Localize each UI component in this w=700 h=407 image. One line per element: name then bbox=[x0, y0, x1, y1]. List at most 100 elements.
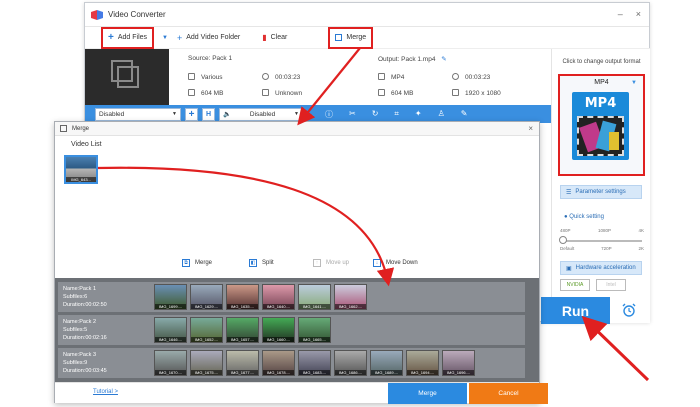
quick-setting-label: ● Quick setting bbox=[564, 214, 604, 220]
add-files-button[interactable]: + Add Files bbox=[100, 26, 155, 49]
chip-icon: ▣ bbox=[566, 265, 572, 272]
change-format-label: Click to change output format bbox=[562, 59, 641, 65]
clip-thumbnail[interactable]: IMG_1665.... bbox=[298, 317, 331, 343]
app-title: Video Converter bbox=[108, 10, 166, 19]
format-icon bbox=[378, 73, 385, 80]
video-list-thumbnail[interactable]: IMG_643... bbox=[64, 155, 98, 184]
clip-thumbnail[interactable]: IMG_1675.... bbox=[190, 350, 223, 376]
hardware-acceleration-button[interactable]: ▣ Hardware acceleration bbox=[560, 261, 642, 275]
add-video-folder-label: Add Video Folder bbox=[186, 34, 241, 41]
merge-toolbar-button[interactable]: Merge bbox=[328, 26, 374, 49]
output-label: Output: Pack 1.mp4 bbox=[378, 56, 436, 63]
clip-thumbnail[interactable]: IMG_1677.... bbox=[226, 350, 259, 376]
cancel-button[interactable]: Cancel bbox=[469, 383, 548, 404]
merge-action-button[interactable]: ⧉ Merge bbox=[182, 259, 212, 267]
pack-row[interactable]: Name:Pack 3 Subfiles:9 Duration:00:03:45… bbox=[58, 348, 525, 378]
scissors-icon[interactable]: ✂ bbox=[349, 109, 356, 120]
chevron-down-icon: ▼ bbox=[631, 80, 637, 86]
clip-thumbnail[interactable]: IMG_1635.... bbox=[226, 284, 259, 310]
folder-plus-icon: + bbox=[176, 32, 183, 43]
move-up-button[interactable]: ↑ Move up bbox=[313, 259, 349, 267]
clip-thumbnail[interactable]: IMG_1646.... bbox=[154, 317, 187, 343]
quality-slider-knob[interactable] bbox=[559, 236, 567, 244]
rotate-icon[interactable]: ↻ bbox=[372, 109, 379, 120]
intel-chip[interactable]: Intel bbox=[596, 279, 626, 291]
clip-thumbnail[interactable]: IMG_1670.... bbox=[154, 350, 187, 376]
output-format: MP4 bbox=[391, 74, 405, 81]
dropdown-caret-icon[interactable]: ▼ bbox=[162, 35, 168, 41]
close-button[interactable]: × bbox=[636, 9, 641, 19]
title-bar: Video Converter – × bbox=[85, 3, 649, 27]
source-label: Source: Pack 1 bbox=[188, 55, 233, 62]
h-button[interactable]: H bbox=[202, 107, 215, 121]
clip-thumbnail[interactable]: IMG_1683.... bbox=[298, 350, 331, 376]
app-logo-icon bbox=[91, 9, 103, 20]
edit-pencil-icon[interactable]: ✎ bbox=[441, 56, 446, 63]
subtitle-select[interactable]: Disabled ▼ bbox=[95, 107, 181, 121]
audio-select[interactable]: 🔈 Disabled ▼ bbox=[219, 107, 303, 121]
pack-row[interactable]: Name:Pack 1 Subfiles:6 Duration:00:02:50… bbox=[58, 282, 525, 312]
source-size: 604 MB bbox=[201, 90, 224, 97]
right-panel: Click to change output format MP4 ▼ MP4 … bbox=[551, 49, 650, 323]
pack-row[interactable]: Name:Pack 2 Subfiles:5 Duration:00:02:16… bbox=[58, 315, 525, 345]
info-icon[interactable]: ⓘ bbox=[325, 109, 333, 120]
size-icon bbox=[378, 89, 385, 96]
file-row[interactable]: Source: Pack 1 Various 00:03:23 604 MB U… bbox=[85, 49, 552, 105]
packs-list: Name:Pack 1 Subfiles:6 Duration:00:02:50… bbox=[55, 278, 539, 382]
merge-close-button[interactable]: × bbox=[528, 124, 533, 133]
source-format: Various bbox=[201, 74, 223, 81]
clip-thumbnail[interactable]: IMG_1662.... bbox=[334, 284, 367, 310]
clip-thumbnail[interactable]: IMG_1657.... bbox=[226, 317, 259, 343]
crop-icon[interactable]: ⌗ bbox=[394, 109, 399, 120]
edit-icon[interactable]: ✎ bbox=[461, 109, 468, 120]
merge-dialog: Merge × Video List IMG_643... ⧉ Merge ◧ … bbox=[54, 121, 548, 404]
resolution-icon bbox=[262, 89, 269, 96]
arrow-to-run bbox=[581, 315, 650, 382]
clip-thumbnail[interactable]: IMG_1699.... bbox=[154, 284, 187, 310]
file-thumbnail[interactable] bbox=[85, 49, 169, 105]
move-down-button[interactable]: ↓ Move Down bbox=[373, 259, 418, 267]
dot-icon: ● bbox=[564, 214, 568, 220]
clear-button[interactable]: ▮ Clear bbox=[257, 29, 292, 47]
merge-actions-bar: ⧉ Merge ◧ Split ↑ Move up ↓ Move Down bbox=[55, 259, 541, 271]
clip-thumbnail[interactable]: IMG_1641.... bbox=[298, 284, 331, 310]
alarm-clock-icon[interactable] bbox=[621, 302, 637, 318]
merge-label: Merge bbox=[346, 34, 367, 41]
merge-icon bbox=[335, 34, 343, 41]
merge-confirm-button[interactable]: Merge bbox=[388, 383, 467, 404]
tutorial-link[interactable]: Tutorial > bbox=[93, 389, 118, 395]
add-files-label: Add Files bbox=[117, 34, 148, 41]
resolution-icon bbox=[452, 89, 459, 96]
add-subtitle-button[interactable]: + bbox=[185, 107, 198, 121]
output-format-selector[interactable]: MP4 ▼ MP4 bbox=[558, 74, 645, 176]
merge-window-icon bbox=[60, 125, 67, 132]
clip-thumbnail[interactable]: IMG_1640.... bbox=[262, 284, 295, 310]
split-icon: ◧ bbox=[249, 259, 257, 267]
speaker-icon: 🔈 bbox=[223, 111, 232, 118]
split-action-button[interactable]: ◧ Split bbox=[249, 259, 274, 267]
run-button[interactable]: Run bbox=[541, 297, 610, 324]
clip-thumbnail[interactable]: IMG_1686.... bbox=[334, 350, 367, 376]
clip-thumbnail[interactable]: IMG_1678.... bbox=[262, 350, 295, 376]
clip-thumbnail[interactable]: IMG_1629.... bbox=[190, 284, 223, 310]
watermark-icon[interactable]: ♙ bbox=[438, 109, 445, 120]
toolbar: + Add Files ▼ + Add Video Folder ▮ Clear… bbox=[85, 26, 651, 49]
clip-thumbnail[interactable]: IMG_1694.... bbox=[406, 350, 439, 376]
merge-dialog-title: Merge bbox=[72, 125, 90, 132]
minimize-button[interactable]: – bbox=[618, 9, 623, 19]
clock-icon bbox=[262, 73, 269, 80]
clip-thumbnail[interactable]: IMG_1689.... bbox=[370, 350, 403, 376]
parameter-settings-button[interactable]: ☰ Parameter settings bbox=[560, 185, 642, 199]
nvidia-chip[interactable]: NVIDIA bbox=[560, 279, 590, 291]
clip-thumbnail[interactable]: IMG_1660.... bbox=[262, 317, 295, 343]
mp4-format-icon: MP4 bbox=[572, 92, 629, 160]
sliders-icon: ☰ bbox=[566, 189, 572, 196]
effects-icon[interactable]: ✦ bbox=[415, 109, 422, 120]
output-size: 604 MB bbox=[391, 90, 414, 97]
add-video-folder-button[interactable]: + Add Video Folder bbox=[172, 29, 245, 47]
clip-thumbnail[interactable]: IMG_1652.... bbox=[190, 317, 223, 343]
clip-thumbnail[interactable]: IMG_1696.... bbox=[442, 350, 475, 376]
quality-slider-track[interactable] bbox=[562, 240, 642, 242]
output-duration: 00:03:23 bbox=[465, 74, 491, 81]
trash-icon: ▮ bbox=[262, 33, 267, 42]
